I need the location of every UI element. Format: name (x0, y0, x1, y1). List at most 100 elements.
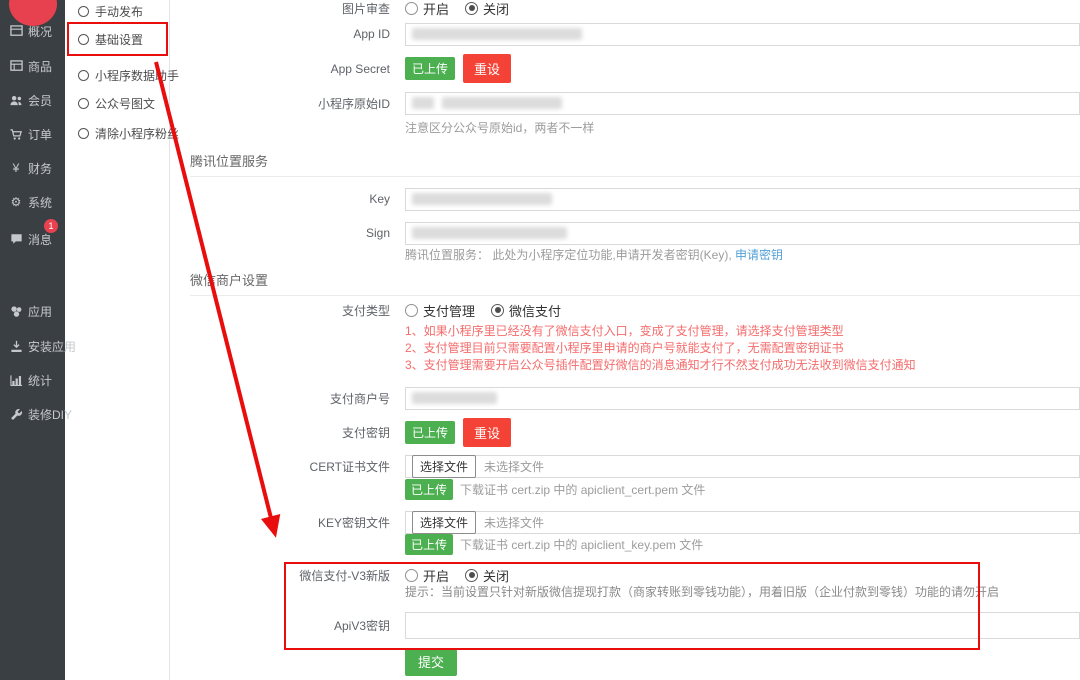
sidebar-item-label: 安装应用 (28, 338, 76, 355)
cert-file-row: CERT证书文件 选择文件 未选择文件 (170, 454, 1080, 478)
radio-dot-icon (78, 34, 89, 45)
key-file-row: KEY密钥文件 选择文件 未选择文件 (170, 510, 1080, 534)
submenu-item-label: 清除小程序粉丝 (95, 125, 179, 142)
section-divider (190, 176, 1080, 177)
sidebar-item-system[interactable]: ⚙ 系统 (0, 193, 65, 211)
field-label: App ID (170, 27, 390, 41)
pay-type-manage-radio[interactable] (405, 304, 418, 317)
apps-icon (9, 305, 23, 318)
submenu-item-miniprogram-data-assistant[interactable]: 小程序数据助手 (78, 67, 179, 83)
lbs-key-input[interactable] (405, 188, 1080, 211)
sidebar-item-overview[interactable]: 概况 (0, 22, 65, 40)
cert-choose-file-button[interactable]: 选择文件 (412, 455, 476, 478)
app-secret-row: App Secret 已上传 重设 (170, 55, 1080, 82)
field-label: 图片审查 (170, 0, 390, 17)
field-label: 支付商户号 (170, 390, 390, 407)
sidebar-item-finance[interactable]: ¥ 财务 (0, 159, 65, 177)
pay-type-note-1: 1、如果小程序里已经没有了微信支付入口，变成了支付管理，请选择支付管理类型 (405, 322, 844, 339)
settings-submenu: 手动发布 基础设置 小程序数据助手 公众号图文 清除小程序粉丝 (65, 0, 170, 680)
sidebar-item-decoration-diy[interactable]: 装修DIY (0, 405, 65, 423)
app-id-input[interactable] (405, 23, 1080, 46)
pay-secret-uploaded-badge: 已上传 (405, 421, 455, 444)
lbs-hint-text: 腾讯位置服务： 此处为小程序定位功能,申请开发者密钥(Key), (405, 248, 732, 262)
radio-label: 支付管理 (423, 301, 475, 320)
sidebar-item-label: 财务 (28, 160, 52, 177)
submenu-item-official-account-articles[interactable]: 公众号图文 (78, 95, 155, 111)
v3-off-radio[interactable] (465, 569, 478, 582)
v3-on-radio[interactable] (405, 569, 418, 582)
key-file-input[interactable]: 选择文件 未选择文件 (405, 511, 1080, 534)
original-id-hint: 注意区分公众号原始id，两者不一样 (405, 119, 594, 136)
radio-dot-icon (78, 70, 89, 81)
finance-icon: ¥ (9, 161, 23, 175)
radio-dot-icon (78, 128, 89, 139)
section-title-wechat-merchant: 微信商户设置 (190, 270, 268, 289)
submit-button[interactable]: 提交 (405, 649, 457, 676)
cert-file-hint-row: 已上传 下载证书 cert.zip 中的 apiclient_cert.pem … (405, 479, 705, 500)
sidebar-item-messages[interactable]: 消息 (0, 230, 65, 248)
sidebar-item-label: 应用 (28, 303, 52, 320)
sidebar-item-orders[interactable]: 订单 (0, 125, 65, 143)
main-sidebar: 概况 商品 会员 订单 ¥ 财务 ⚙ 系统 1 (0, 0, 65, 680)
pay-type-note-2: 2、支付管理目前只需要配置小程序里申请的商户号就能支付了，无需配置密钥证书 (405, 339, 844, 356)
lbs-sign-input[interactable] (405, 222, 1080, 245)
radio-label: 关闭 (483, 0, 509, 18)
section-title-tencent-location: 腾讯位置服务 (190, 151, 268, 170)
settings-form: 图片审查 开启 关闭 App ID App Secret 已上传 重设 小程序原… (170, 0, 1080, 680)
submenu-item-manual-publish[interactable]: 手动发布 (78, 3, 143, 19)
redacted-value (412, 193, 552, 205)
v3-hint: 提示：当前设置只针对新版微信提现打款（商家转账到零钱功能），用着旧版（企业付款到… (405, 583, 999, 600)
radio-label: 开启 (423, 0, 449, 18)
install-apps-icon (9, 340, 23, 353)
sidebar-item-goods[interactable]: 商品 (0, 57, 65, 75)
key-choose-file-button[interactable]: 选择文件 (412, 511, 476, 534)
app-secret-reset-button[interactable]: 重设 (463, 54, 511, 83)
merchant-no-input[interactable] (405, 387, 1080, 410)
image-review-off-radio[interactable] (465, 2, 478, 15)
pay-type-wechat-radio[interactable] (491, 304, 504, 317)
members-icon (9, 94, 23, 107)
submenu-item-label: 基础设置 (95, 31, 143, 48)
field-label: Sign (170, 226, 390, 240)
sidebar-item-install-apps[interactable]: 安装应用 (0, 337, 65, 355)
field-label: 小程序原始ID (170, 95, 390, 112)
field-label: Key (170, 192, 390, 206)
pay-secret-reset-button[interactable]: 重设 (463, 418, 511, 447)
image-review-row: 图片审查 开启 关闭 (170, 0, 1080, 18)
submenu-item-clear-miniprogram-fans[interactable]: 清除小程序粉丝 (78, 125, 179, 141)
sidebar-item-members[interactable]: 会员 (0, 91, 65, 109)
merchant-no-row: 支付商户号 (170, 386, 1080, 410)
sidebar-item-statistics[interactable]: 统计 (0, 371, 65, 389)
redacted-value (412, 28, 582, 40)
cert-file-input[interactable]: 选择文件 未选择文件 (405, 455, 1080, 478)
app-secret-uploaded-badge: 已上传 (405, 57, 455, 80)
apiv3-secret-row: ApiV3密钥 (170, 611, 1080, 639)
lbs-hint: 腾讯位置服务： 此处为小程序定位功能,申请开发者密钥(Key), 申请密钥 (405, 246, 783, 263)
apiv3-secret-input[interactable] (405, 612, 1080, 639)
sidebar-item-label: 订单 (28, 126, 52, 143)
image-review-on-radio[interactable] (405, 2, 418, 15)
overview-icon (9, 25, 23, 38)
sidebar-item-apps[interactable]: 应用 (0, 302, 65, 320)
sidebar-item-label: 消息 (28, 231, 52, 248)
cert-file-hint: 下载证书 cert.zip 中的 apiclient_cert.pem 文件 (460, 481, 705, 498)
redacted-value (442, 97, 562, 109)
orders-icon (9, 128, 23, 141)
field-label: App Secret (170, 62, 390, 76)
app-id-row: App ID (170, 22, 1080, 46)
field-label: 支付类型 (170, 302, 390, 319)
redacted-value (412, 392, 497, 404)
original-id-input[interactable] (405, 92, 1080, 115)
message-icon (9, 233, 23, 245)
submenu-item-label: 公众号图文 (95, 95, 155, 112)
system-icon: ⚙ (9, 195, 23, 209)
lbs-key-row: Key (170, 187, 1080, 211)
key-no-file-text: 未选择文件 (484, 514, 544, 531)
pay-type-row: 支付类型 支付管理 微信支付 (170, 301, 1080, 319)
radio-label: 开启 (423, 566, 449, 585)
cert-no-file-text: 未选择文件 (484, 458, 544, 475)
apply-key-link[interactable]: 申请密钥 (735, 248, 783, 262)
radio-dot-icon (78, 98, 89, 109)
submenu-item-basic-settings[interactable]: 基础设置 (78, 31, 143, 47)
redacted-value (412, 227, 567, 239)
